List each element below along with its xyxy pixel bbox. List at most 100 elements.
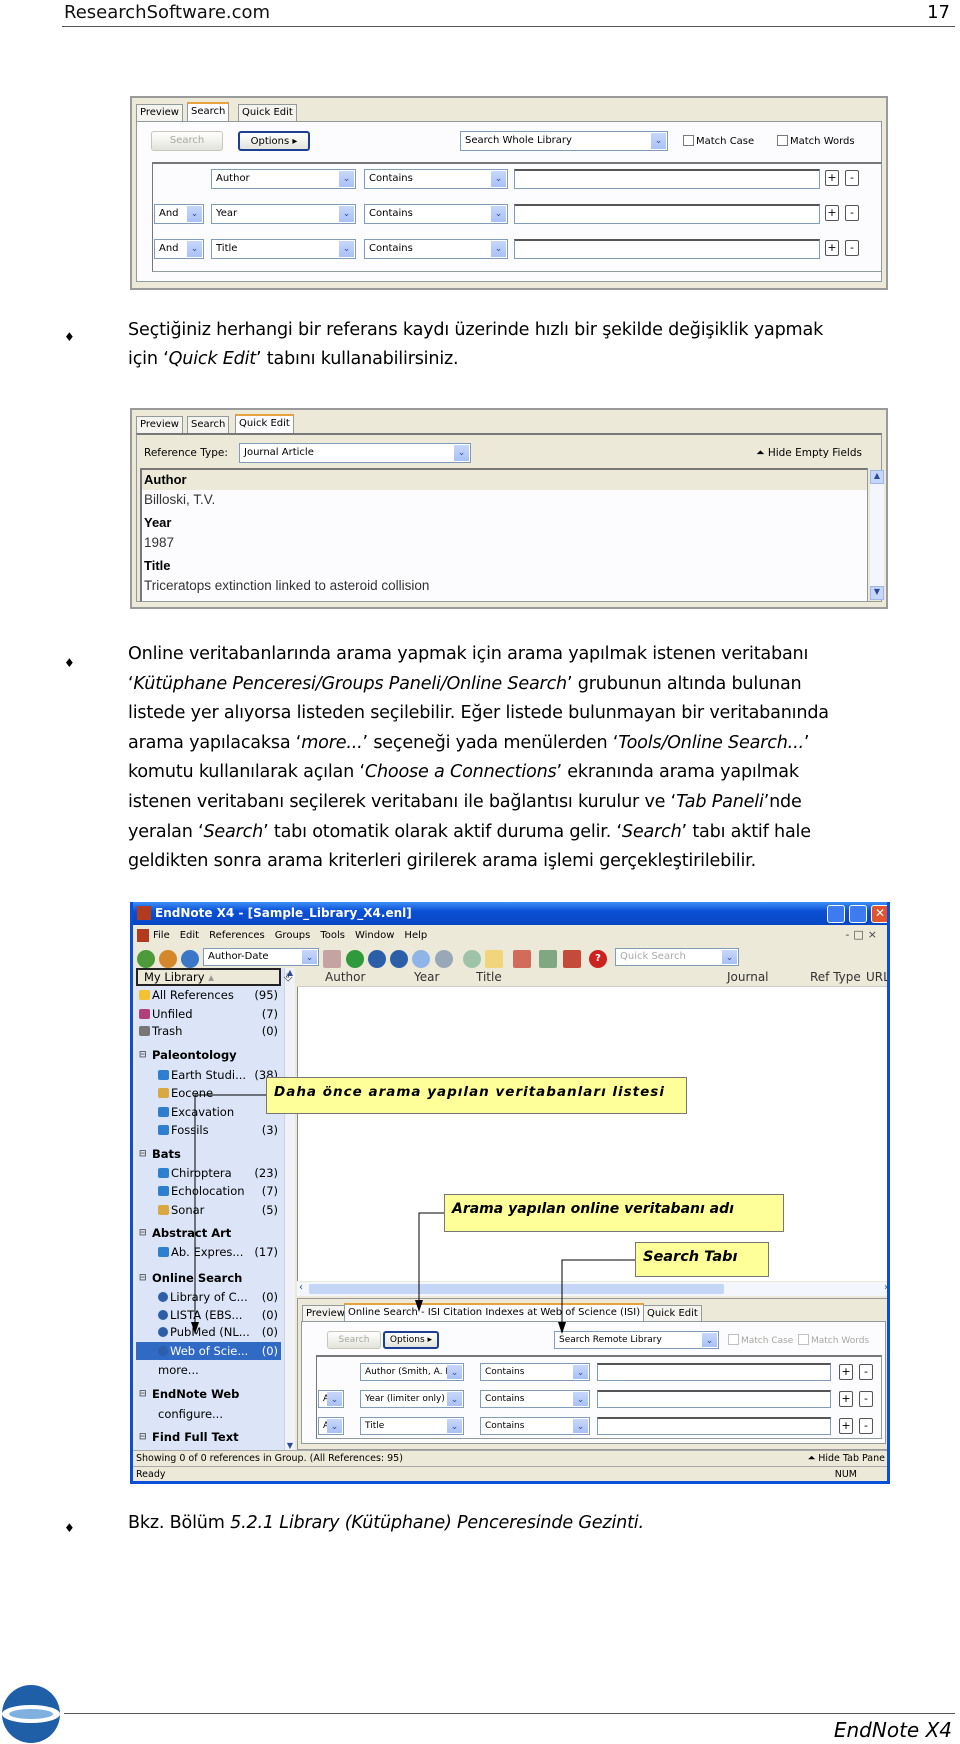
emphasis-text: more... bbox=[301, 732, 363, 753]
search-scope-select[interactable]: Search Whole Library ⌄ bbox=[460, 131, 668, 151]
hide-empty-fields-button[interactable]: ⏶ Hide Empty Fields bbox=[756, 447, 862, 460]
field-select[interactable]: Year ⌄ bbox=[211, 204, 356, 224]
field-select[interactable]: Author ⌄ bbox=[211, 169, 356, 189]
tab-preview[interactable]: Preview bbox=[136, 104, 183, 121]
tab-preview[interactable]: Preview bbox=[136, 416, 183, 433]
chevron-down-icon: ⌄ bbox=[454, 445, 469, 461]
endnote-window-screenshot: EndNote X4 - [Sample_Library_X4.enl] ✕ F… bbox=[130, 902, 890, 1484]
add-row-button[interactable]: + bbox=[825, 240, 839, 256]
boolean-operator-select[interactable]: And ⌄ bbox=[154, 204, 204, 224]
field-value[interactable]: Billoski, T.V. bbox=[144, 492, 215, 507]
add-row-button[interactable]: + bbox=[825, 170, 839, 186]
body-text: yeralan ‘ bbox=[128, 821, 204, 842]
operator-select-value: Contains bbox=[369, 173, 413, 184]
caret-right-icon: ▸ bbox=[292, 136, 298, 147]
search-term-input[interactable] bbox=[514, 204, 820, 224]
body-text: için ‘ bbox=[128, 349, 169, 369]
body-text: Online veritabanlarında arama yapmak içi… bbox=[128, 644, 809, 664]
search-button[interactable]: Search bbox=[151, 131, 223, 151]
body-text: komutu kullanılarak açılan ‘ bbox=[128, 762, 365, 783]
body-text: ’ bbox=[803, 732, 810, 753]
tab-search[interactable]: Search bbox=[187, 416, 230, 433]
match-case-checkbox[interactable]: Match Case bbox=[683, 135, 754, 147]
body-text: ’nde bbox=[763, 792, 802, 812]
text-line: istenen veritabanı seçilerek veritabanı … bbox=[128, 792, 802, 812]
bullet-icon: ♦ bbox=[64, 1521, 75, 1535]
text-line: komutu kullanılarak açılan ‘Choose a Con… bbox=[128, 762, 799, 782]
boolean-value: And bbox=[159, 208, 179, 219]
emphasis-text: Kütüphane Penceresi/Groups Paneli/Online… bbox=[133, 673, 568, 694]
remove-row-button[interactable]: - bbox=[845, 240, 859, 256]
callout-search-tab: Search Tabı bbox=[635, 1242, 769, 1277]
tab-quick[interactable]: Quick Edit bbox=[238, 104, 297, 121]
text-line: Seçtiğiniz herhangi bir referans kaydı ü… bbox=[128, 320, 823, 340]
body-text: ’ ekranında arama yapılmak bbox=[556, 762, 800, 783]
field-label: Author bbox=[144, 472, 187, 487]
remove-row-button[interactable]: - bbox=[845, 205, 859, 221]
chevron-down-icon: ⌄ bbox=[491, 171, 506, 187]
tab-search[interactable]: Search bbox=[187, 102, 230, 121]
body-text: ’ tabını kullanabilirsiniz. bbox=[256, 349, 459, 369]
arrow-databases-list bbox=[194, 1094, 266, 1332]
scroll-down-icon[interactable]: ▼ bbox=[870, 586, 884, 600]
boolean-operator-select[interactable]: And ⌄ bbox=[154, 239, 204, 259]
search-term-input[interactable] bbox=[514, 239, 820, 259]
remove-row-button[interactable]: - bbox=[845, 170, 859, 186]
footer-product: EndNote X4 bbox=[833, 1718, 952, 1742]
field-select[interactable]: Title ⌄ bbox=[211, 239, 356, 259]
operator-select[interactable]: Contains ⌄ bbox=[364, 239, 508, 259]
operator-select[interactable]: Contains ⌄ bbox=[364, 204, 508, 224]
operator-select-value: Contains bbox=[369, 243, 413, 254]
footer-divider bbox=[64, 1713, 955, 1714]
quick-edit-screenshot: Preview Search Quick Edit Reference Type: … bbox=[130, 408, 888, 609]
match-words-label: Match Words bbox=[790, 136, 855, 147]
callout-databases-list: Daha önce arama yapılan veritabanları li… bbox=[266, 1077, 687, 1114]
body-text: istenen veritabanı seçilerek veritabanı … bbox=[128, 792, 677, 812]
hide-empty-label: Hide Empty Fields bbox=[767, 447, 862, 459]
add-row-button[interactable]: + bbox=[825, 205, 839, 221]
options-label: Options bbox=[250, 136, 290, 147]
field-value[interactable]: 1987 bbox=[144, 535, 174, 550]
reference-type-select[interactable]: Journal Article ⌄ bbox=[239, 443, 471, 463]
text-line: arama yapılacaksa ‘more...’ seçeneği yad… bbox=[128, 733, 809, 753]
emphasis-text: Choose a Connections bbox=[364, 762, 557, 783]
field-select-value: Author bbox=[216, 173, 250, 184]
checkbox-icon bbox=[777, 135, 788, 146]
body-text: ’ seçeneği yada menülerden ‘ bbox=[362, 732, 619, 753]
body-text: arama yapılacaksa ‘ bbox=[128, 732, 302, 753]
operator-select[interactable]: Contains ⌄ bbox=[364, 169, 508, 189]
text-line: yeralan ‘ Search’ tabı otomatik olarak ak… bbox=[128, 822, 811, 842]
emphasis-text: 5.2.1 Library (Kütüphane) Penceresinde G… bbox=[230, 1513, 644, 1533]
boolean-value: And bbox=[159, 243, 179, 254]
search-term-input[interactable] bbox=[514, 169, 820, 189]
site-name: ResearchSoftware.com bbox=[64, 2, 271, 23]
tab-quick[interactable]: Quick Edit bbox=[235, 414, 294, 433]
options-button[interactable]: Options ▸ bbox=[238, 131, 310, 151]
vertical-scrollbar[interactable]: ▲ ▼ bbox=[870, 470, 884, 600]
chevron-down-icon: ⌄ bbox=[491, 206, 506, 222]
field-select-value: Year bbox=[216, 208, 238, 219]
chevron-down-icon: ⌄ bbox=[651, 133, 666, 149]
body-text: ’ tabı otomatik olarak aktif duruma geli… bbox=[263, 821, 622, 842]
emphasis-text: Search bbox=[621, 821, 682, 842]
callout-online-database: Arama yapılan online veritabanı adı bbox=[444, 1194, 784, 1232]
match-words-checkbox[interactable]: Match Words bbox=[777, 135, 855, 147]
scroll-up-icon[interactable]: ▲ bbox=[870, 470, 884, 484]
body-text: geldikten sonra arama kriterleri giriler… bbox=[128, 851, 756, 872]
up-arrow-icon: ⏶ bbox=[756, 447, 765, 459]
field-label: Year bbox=[144, 515, 172, 530]
body-text: Bkz. Bölüm bbox=[128, 1513, 231, 1533]
emphasis-text: Quick Edit bbox=[168, 349, 257, 369]
chevron-down-icon: ⌄ bbox=[491, 241, 506, 257]
reference-type-value: Journal Article bbox=[244, 447, 314, 458]
scope-value: Search Whole Library bbox=[465, 135, 572, 146]
chevron-down-icon: ⌄ bbox=[187, 241, 202, 257]
chevron-down-icon: ⌄ bbox=[339, 171, 354, 187]
header-divider bbox=[62, 26, 955, 27]
body-text: ’ tabı aktif hale bbox=[681, 821, 812, 842]
body-text: Seçtiğiniz herhangi bir referans kaydı ü… bbox=[128, 320, 824, 340]
field-value[interactable]: Triceratops extinction linked to asteroi… bbox=[144, 578, 429, 593]
text-line: listede yer alıyorsa listeden seçilebili… bbox=[128, 703, 829, 723]
chevron-down-icon: ⌄ bbox=[339, 206, 354, 222]
match-case-label: Match Case bbox=[696, 136, 755, 147]
